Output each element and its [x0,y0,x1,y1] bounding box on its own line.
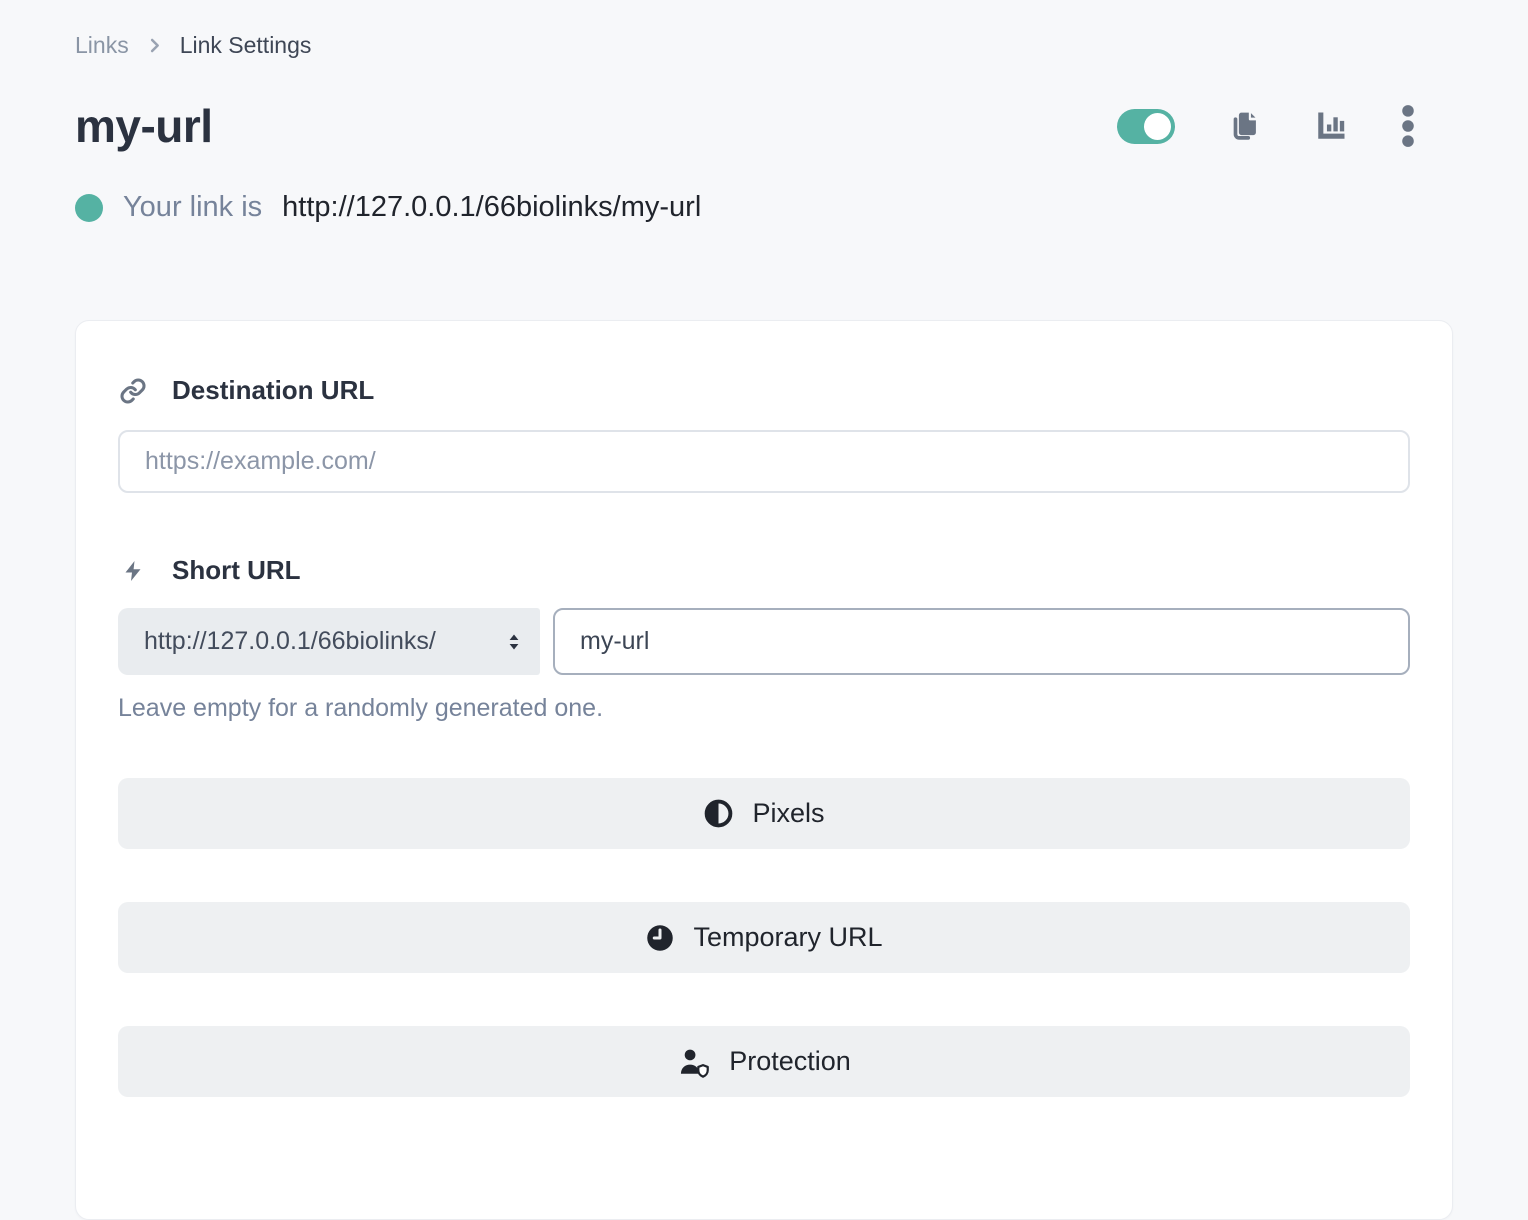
pixels-button-label: Pixels [752,798,824,829]
short-url-label: Short URL [118,555,1410,586]
protection-button-label: Protection [729,1046,851,1077]
short-url-slug-input[interactable] [553,608,1410,675]
up-down-arrows-icon [502,629,526,655]
bolt-icon [118,557,148,585]
header-row: my-url [75,99,1453,153]
breadcrumb-current: Link Settings [180,32,312,59]
domain-select[interactable]: http://127.0.0.1/66biolinks/ [118,608,540,675]
destination-url-label: Destination URL [118,375,1410,406]
header-controls [1117,104,1415,148]
page-title: my-url [75,99,213,153]
short-url-row: http://127.0.0.1/66biolinks/ [118,608,1410,675]
statistics-button[interactable] [1313,108,1349,144]
link-icon [118,377,148,405]
link-status-line: Your link is http://127.0.0.1/66biolinks… [75,191,1453,224]
user-shield-icon [677,1046,711,1078]
contrast-icon [703,798,734,829]
destination-url-label-text: Destination URL [172,375,374,406]
domain-select-value: http://127.0.0.1/66biolinks/ [144,627,436,656]
link-settings-card: Destination URL Short URL http://127.0.0… [75,320,1453,1220]
link-enabled-toggle[interactable] [1117,109,1175,144]
copy-link-button[interactable] [1227,108,1261,144]
kebab-menu-icon [1401,104,1415,148]
chevron-right-icon [145,36,164,55]
bar-chart-icon [1313,108,1349,144]
breadcrumb-links[interactable]: Links [75,32,129,59]
link-settings-page: Links Link Settings my-url [0,0,1528,1220]
protection-section-button[interactable]: Protection [118,1026,1410,1097]
destination-url-input[interactable] [118,430,1410,493]
clock-icon [645,923,675,953]
pixels-section-button[interactable]: Pixels [118,778,1410,849]
copy-icon [1227,108,1261,144]
short-url-help-text: Leave empty for a randomly generated one… [118,694,1410,723]
temporary-url-section-button[interactable]: Temporary URL [118,902,1410,973]
more-options-button[interactable] [1401,104,1415,148]
short-url-label-text: Short URL [172,555,301,586]
toggle-knob [1144,113,1171,140]
status-dot-icon [75,194,103,222]
temporary-url-button-label: Temporary URL [693,922,882,953]
status-url: http://127.0.0.1/66biolinks/my-url [282,191,701,224]
breadcrumb: Links Link Settings [75,32,1453,59]
section-buttons: Pixels Temporary URL [118,778,1410,1097]
status-label: Your link is [123,191,262,224]
